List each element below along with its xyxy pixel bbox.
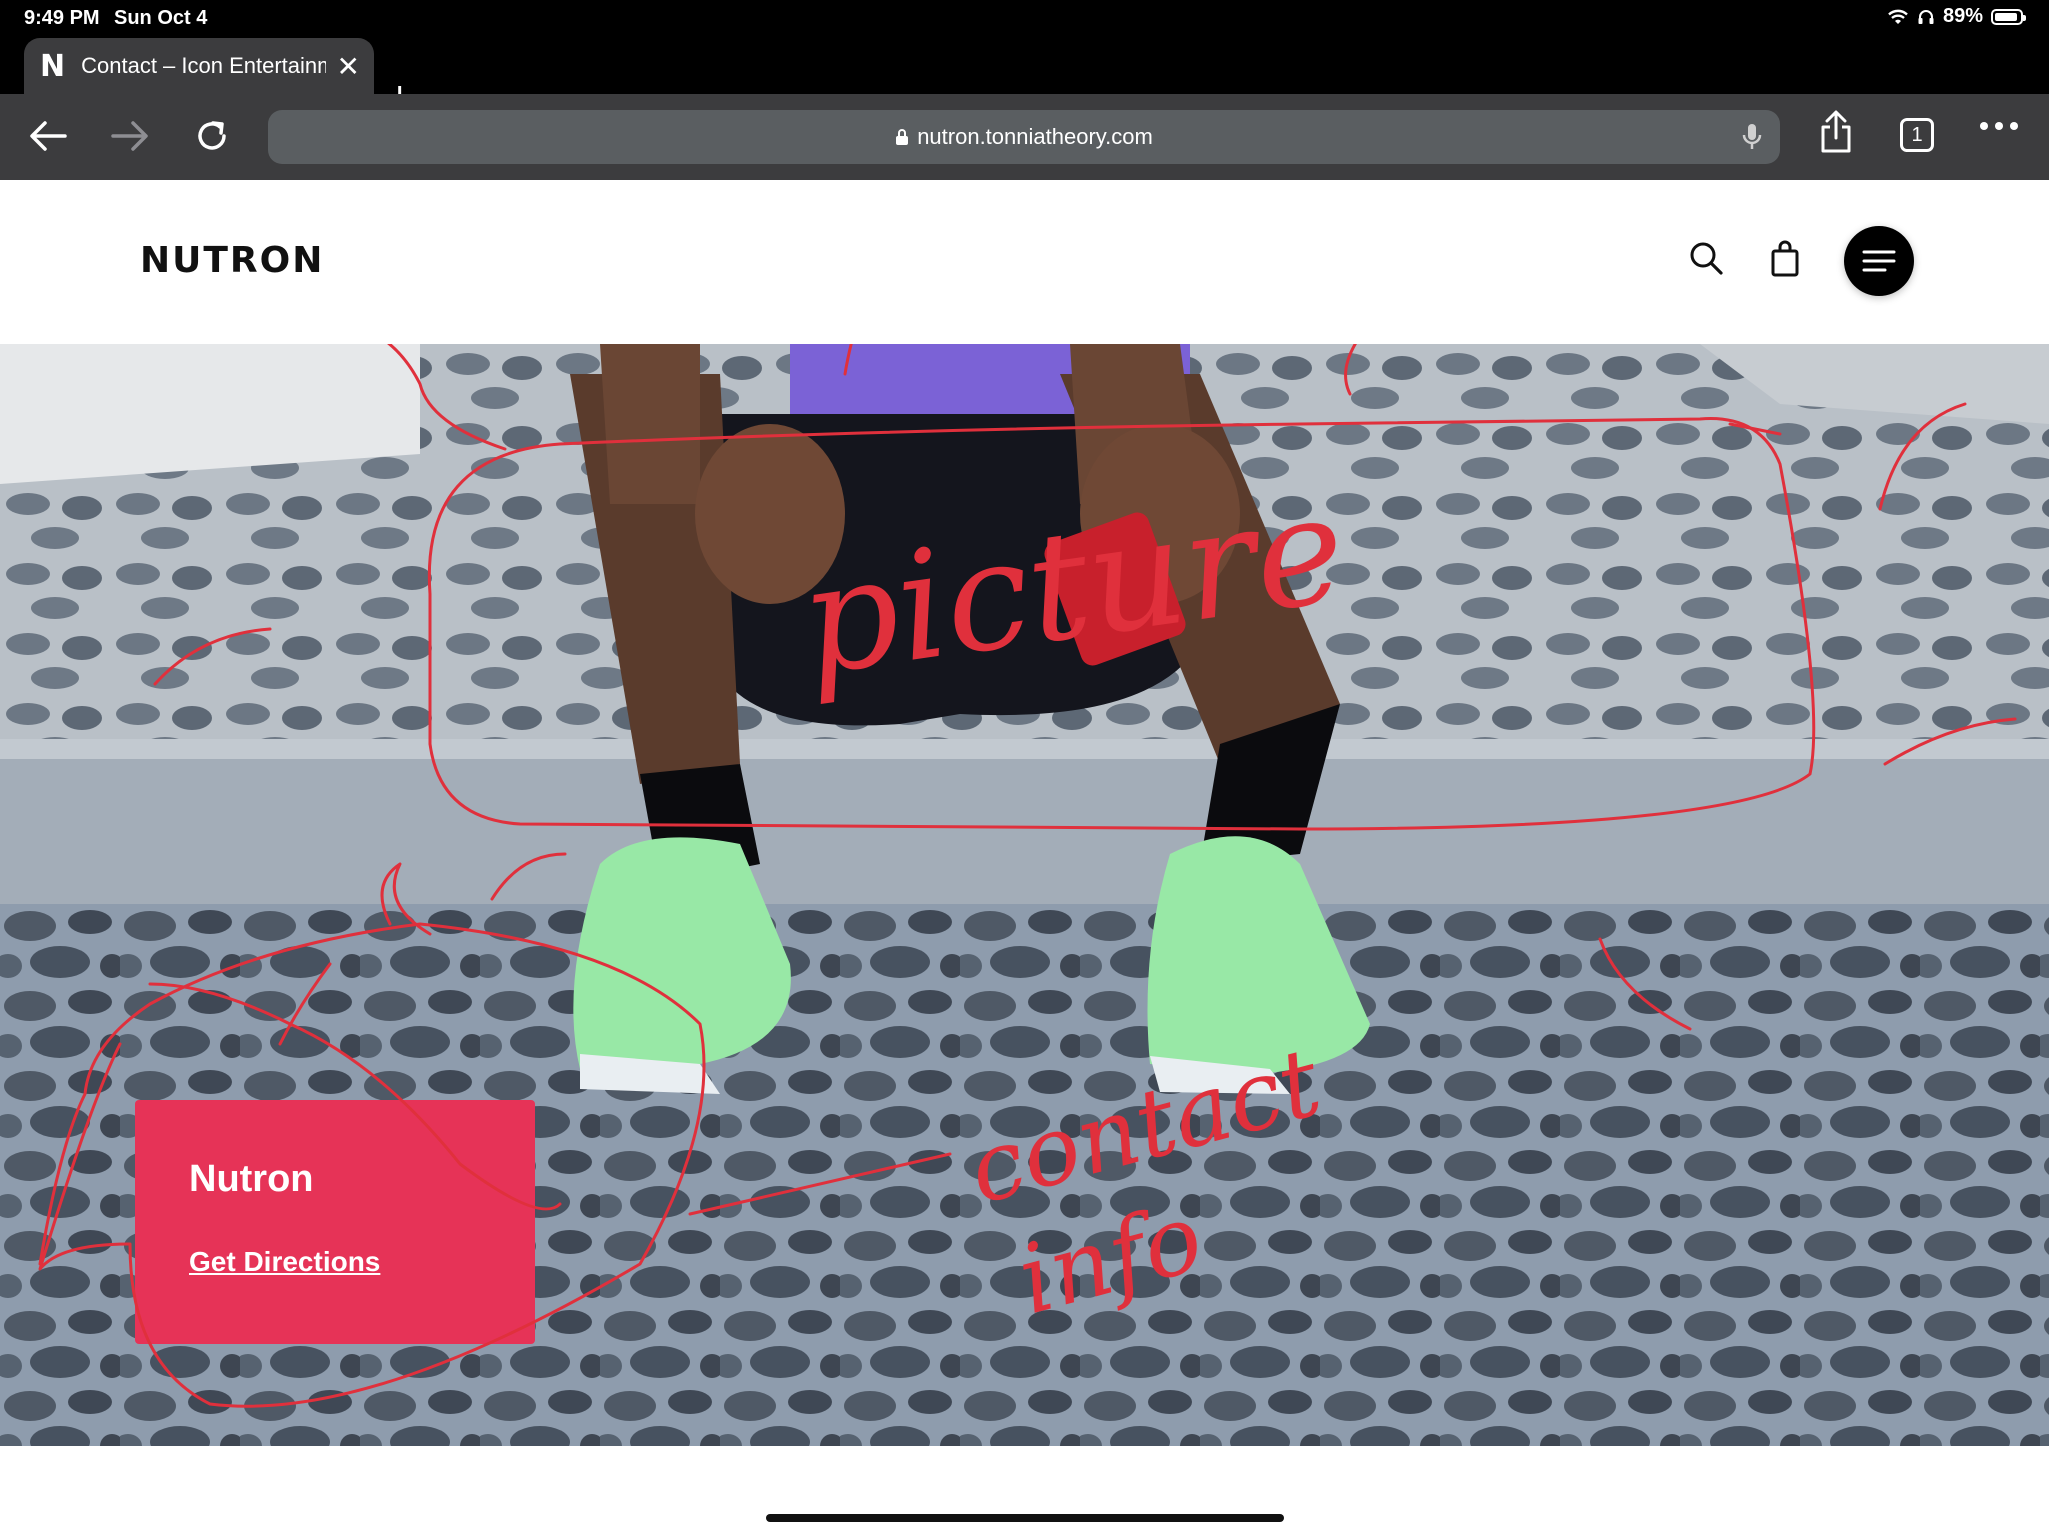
contact-name: Nutron — [189, 1158, 314, 1200]
search-icon[interactable] — [1688, 240, 1724, 276]
browser-tab-bar: N Contact – Icon Entertainment ✕ + — [0, 36, 2049, 116]
close-tab-icon[interactable]: ✕ — [337, 50, 360, 83]
hero-image: Nutron Get Directions picture contact in… — [0, 344, 2049, 1446]
battery-icon — [1991, 8, 2026, 25]
lock-icon — [896, 129, 909, 145]
favicon-icon: N — [40, 48, 66, 84]
shopping-bag-icon[interactable] — [1770, 240, 1800, 278]
menu-button[interactable] — [1844, 226, 1914, 296]
status-date: Sun Oct 4 — [114, 7, 208, 29]
status-bar: 9:49 PM Sun Oct 4 89% — [0, 0, 2049, 36]
microphone-icon[interactable] — [1742, 122, 1762, 152]
url-text: nutron.tonniatheory.com — [917, 124, 1153, 149]
site-logo[interactable]: NUTRON — [140, 240, 324, 281]
browser-tab-active[interactable]: N Contact – Icon Entertainment ✕ — [24, 38, 374, 94]
contact-info-card: Nutron Get Directions — [135, 1100, 535, 1344]
status-right-group: 89% — [1887, 5, 2026, 28]
battery-percentage: 89% — [1942, 5, 1983, 27]
more-icon[interactable] — [1980, 122, 2018, 130]
home-indicator[interactable] — [766, 1514, 1284, 1522]
forward-arrow-icon[interactable] — [106, 112, 154, 160]
address-bar[interactable]: nutron.tonniatheory.com — [268, 110, 1780, 164]
menu-icon — [1862, 250, 1896, 272]
tab-title: Contact – Icon Entertainment — [81, 53, 326, 78]
browser-toolbar: nutron.tonniatheory.com 1 — [0, 94, 2049, 180]
get-directions-link[interactable]: Get Directions — [189, 1246, 380, 1278]
status-time: 9:49 PM — [24, 7, 100, 29]
back-arrow-icon[interactable] — [24, 112, 72, 160]
reload-icon[interactable] — [188, 112, 236, 160]
headphones-icon — [1918, 9, 1934, 24]
share-icon[interactable] — [1812, 108, 1860, 156]
site-header: NUTRON — [0, 180, 2049, 344]
wifi-icon — [1888, 9, 1908, 24]
tabs-icon[interactable]: 1 — [1900, 118, 1934, 152]
